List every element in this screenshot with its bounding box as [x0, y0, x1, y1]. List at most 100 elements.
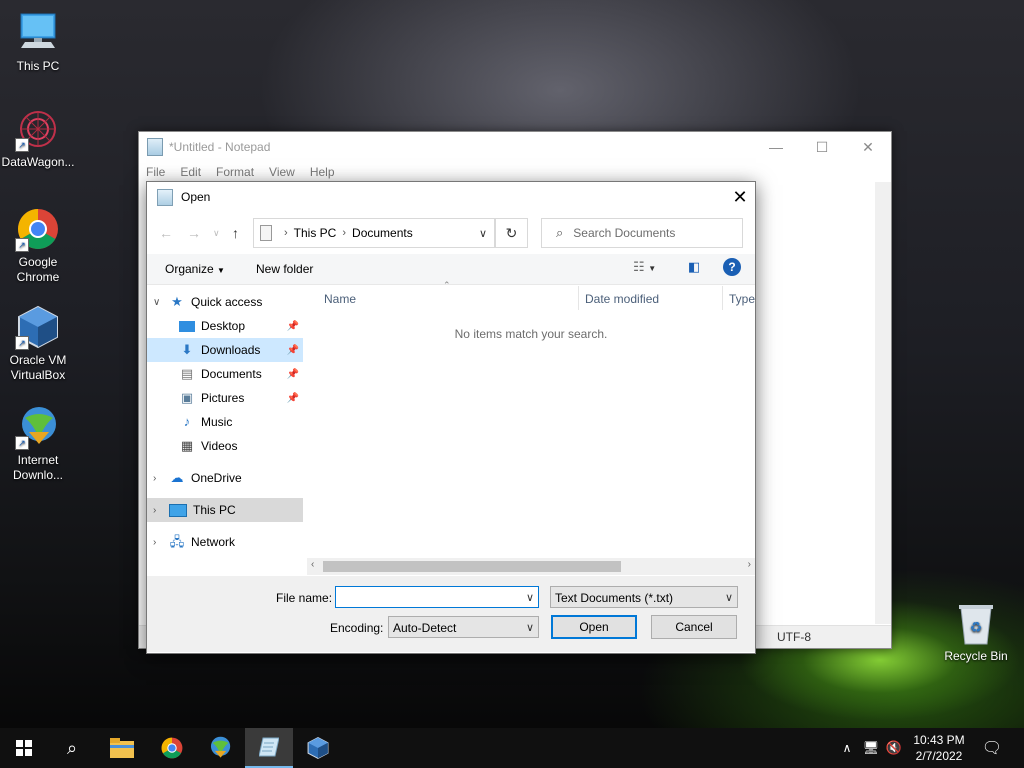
- chevron-down-icon[interactable]: ∨: [153, 297, 163, 308]
- network-tray-icon[interactable]: 🖥: [860, 728, 882, 768]
- menu-view[interactable]: View: [269, 165, 295, 179]
- nav-quick-access[interactable]: ∨ ★ Quick access: [147, 290, 303, 314]
- address-bar[interactable]: › This PC › Documents ∨: [253, 218, 495, 248]
- nav-onedrive[interactable]: › ☁ OneDrive: [147, 466, 303, 490]
- chevron-right-icon[interactable]: ›: [153, 505, 163, 516]
- idm-taskbar-button[interactable]: [196, 728, 244, 768]
- breadcrumb-this-pc[interactable]: This PC: [294, 226, 337, 240]
- recent-locations-chevron-icon[interactable]: ∨: [213, 218, 220, 248]
- start-button[interactable]: [0, 728, 48, 768]
- breadcrumb-documents[interactable]: Documents: [352, 226, 413, 240]
- pin-icon[interactable]: 📌: [287, 321, 299, 332]
- notification-center-icon[interactable]: 🗨: [980, 728, 1004, 768]
- pin-icon[interactable]: 📌: [287, 345, 299, 356]
- forward-arrow-icon[interactable]: →: [187, 218, 201, 248]
- nav-label: Quick access: [191, 295, 263, 309]
- maximize-icon[interactable]: ☐: [799, 139, 845, 156]
- chevron-right-icon[interactable]: ›: [153, 473, 163, 484]
- chevron-down-icon[interactable]: ∨: [526, 587, 534, 609]
- nav-music[interactable]: ♪ Music: [147, 410, 303, 434]
- change-view-icon[interactable]: ☷ ▼: [633, 259, 656, 275]
- breadcrumb-separator-icon[interactable]: ›: [284, 227, 288, 239]
- pin-icon[interactable]: 📌: [287, 393, 299, 404]
- close-icon[interactable]: ✕: [845, 139, 891, 156]
- volume-muted-icon[interactable]: 🔇: [884, 728, 904, 768]
- notepad-taskbar-button[interactable]: [245, 728, 293, 768]
- nav-label: Music: [201, 415, 233, 429]
- encoding-label: Encoding:: [330, 621, 384, 635]
- column-header-type[interactable]: Type: [729, 292, 755, 306]
- scroll-thumb[interactable]: [323, 561, 621, 572]
- menu-format[interactable]: Format: [216, 165, 254, 179]
- up-arrow-icon[interactable]: ↑: [232, 218, 239, 248]
- desktop-icon-internet-download-manager[interactable]: ↗ Internet Downlo...: [0, 404, 76, 483]
- help-icon[interactable]: ?: [723, 258, 741, 276]
- file-name-input[interactable]: ∨: [335, 586, 539, 608]
- menu-file[interactable]: File: [146, 165, 165, 179]
- desktop-icon-this-pc[interactable]: This PC: [0, 10, 76, 74]
- chevron-right-icon[interactable]: ›: [153, 537, 163, 548]
- nav-label: Desktop: [201, 319, 246, 333]
- close-icon[interactable]: ✕: [725, 182, 755, 212]
- encoding-select[interactable]: Auto-Detect ∨: [388, 616, 539, 638]
- nav-videos[interactable]: ▦ Videos: [147, 434, 303, 458]
- nav-this-pc[interactable]: › This PC: [147, 498, 303, 522]
- chevron-down-icon[interactable]: ∨: [725, 587, 733, 609]
- horizontal-scrollbar[interactable]: ‹ ›: [307, 558, 755, 575]
- chevron-down-icon[interactable]: ∨: [472, 227, 494, 240]
- status-encoding: UTF-8: [777, 630, 811, 644]
- nav-desktop[interactable]: Desktop 📌: [147, 314, 303, 338]
- preview-pane-icon[interactable]: ◧: [688, 259, 700, 275]
- search-box[interactable]: ⌕ Search Documents: [541, 218, 743, 248]
- dialog-title-bar[interactable]: Open ✕: [147, 182, 755, 212]
- scroll-left-icon[interactable]: ‹: [311, 559, 314, 570]
- svg-text:♻: ♻: [970, 619, 983, 635]
- nav-network[interactable]: › 🖧 Network: [147, 530, 303, 554]
- open-button[interactable]: Open: [551, 615, 637, 639]
- file-explorer-taskbar-button[interactable]: [98, 728, 146, 768]
- idm-icon: [210, 736, 231, 758]
- nav-downloads[interactable]: ⬇ Downloads 📌: [147, 338, 303, 362]
- menu-edit[interactable]: Edit: [180, 165, 201, 179]
- nav-documents[interactable]: ▤ Documents 📌: [147, 362, 303, 386]
- file-list[interactable]: Name ⌃ Date modified Type No items match…: [311, 280, 755, 576]
- clock-time: 10:43 PM: [913, 733, 965, 747]
- chrome-taskbar-button[interactable]: [148, 728, 196, 768]
- desktop-icon-virtualbox[interactable]: ↗ Oracle VM VirtualBox: [0, 304, 76, 383]
- refresh-icon[interactable]: ↻: [495, 218, 528, 248]
- pin-icon[interactable]: 📌: [287, 369, 299, 380]
- recycle-bin-icon: ♻: [956, 602, 996, 646]
- open-dialog[interactable]: Open ✕ ← → ∨ ↑ › This PC › Documents ∨ ↻…: [146, 181, 756, 654]
- back-arrow-icon[interactable]: ←: [159, 218, 173, 248]
- dialog-footer: File name: ∨ Text Documents (*.txt) ∨ En…: [147, 576, 755, 652]
- notepad-icon: [147, 138, 163, 156]
- column-header-date-modified[interactable]: Date modified: [585, 292, 659, 306]
- show-hidden-icons-chevron-icon[interactable]: ∧: [838, 728, 856, 768]
- column-divider[interactable]: [578, 286, 579, 310]
- desktop-icon-recycle-bin[interactable]: ♻ Recycle Bin: [941, 602, 1011, 663]
- file-type-select[interactable]: Text Documents (*.txt) ∨: [550, 586, 738, 608]
- command-bar: Organize ▼ New folder ☷ ▼ ◧ ?: [147, 254, 755, 285]
- notepad-title-bar[interactable]: *Untitled - Notepad — ☐ ✕: [139, 132, 891, 162]
- new-folder-button[interactable]: New folder: [256, 262, 313, 276]
- minimize-icon[interactable]: —: [753, 139, 799, 156]
- desktop-icon-datawagon[interactable]: ↗ DataWagon...: [0, 106, 76, 170]
- nav-pictures[interactable]: ▣ Pictures 📌: [147, 386, 303, 410]
- menu-help[interactable]: Help: [310, 165, 335, 179]
- organize-button[interactable]: Organize ▼: [165, 262, 225, 276]
- breadcrumb-separator-icon[interactable]: ›: [342, 227, 346, 239]
- chevron-down-icon[interactable]: ∨: [526, 617, 534, 639]
- taskbar-clock[interactable]: 10:43 PM 2/7/2022: [904, 732, 974, 764]
- notepad-vertical-scrollbar[interactable]: [875, 182, 891, 624]
- document-icon: ▤: [180, 366, 194, 381]
- desktop-icon-google-chrome[interactable]: ↗ Google Chrome: [0, 206, 76, 285]
- search-icon[interactable]: ⌕: [48, 728, 96, 768]
- virtualbox-taskbar-button[interactable]: [294, 728, 342, 768]
- desktop-icon-label: Google Chrome: [16, 255, 60, 284]
- scroll-right-icon[interactable]: ›: [748, 559, 751, 570]
- cancel-button[interactable]: Cancel: [651, 615, 737, 639]
- navigation-bar: ← → ∨ ↑ › This PC › Documents ∨ ↻ ⌕ Sear…: [147, 218, 755, 248]
- nav-label: This PC: [193, 503, 236, 517]
- column-header-name[interactable]: Name: [324, 292, 356, 306]
- column-divider[interactable]: [722, 286, 723, 310]
